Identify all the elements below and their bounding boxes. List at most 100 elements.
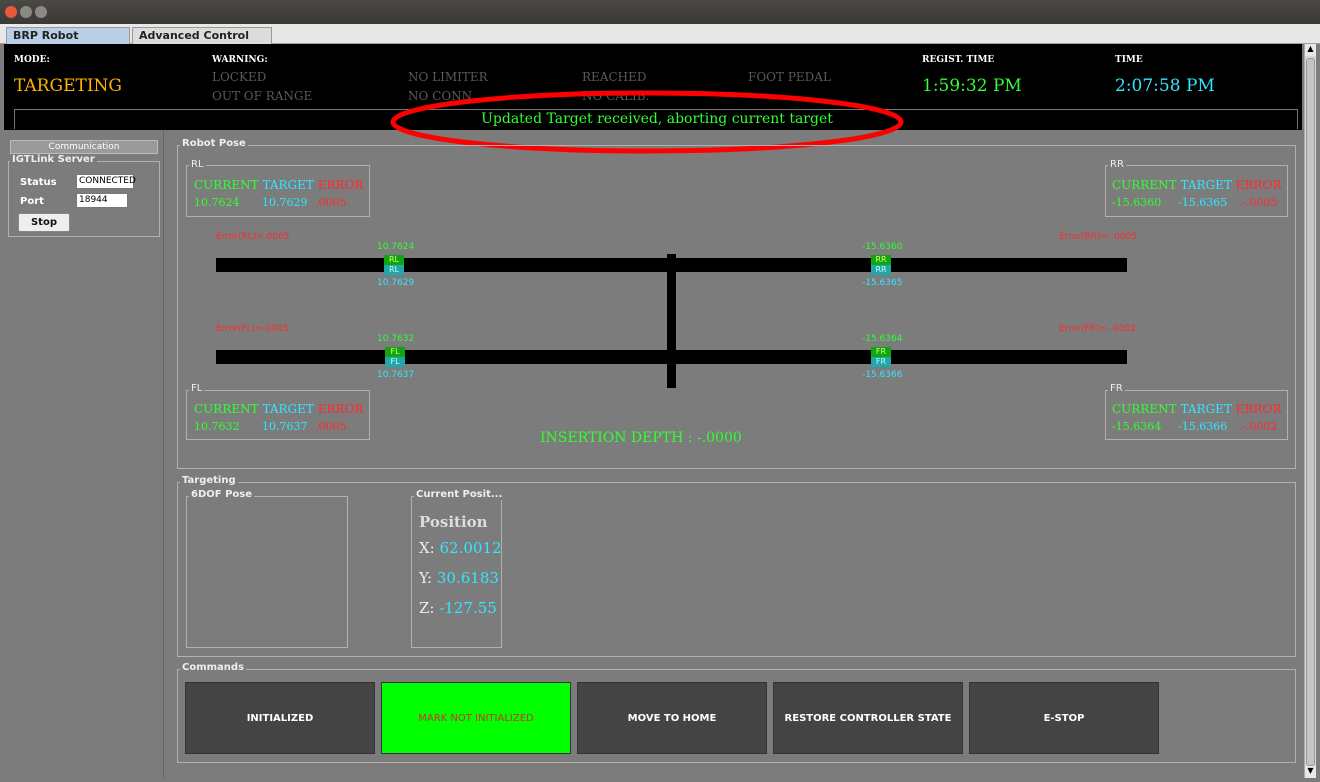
rl-marker: RL RL [384,255,404,275]
warning-label: WARNING: [212,55,268,65]
fl-marker: FL FL [385,347,405,367]
current-header: CURRENT [194,178,259,192]
z-value: -127.55 [439,599,497,617]
window-titlebar [0,0,1320,24]
x-value: 62.0012 [439,539,502,557]
target-header: TARGET [262,178,314,192]
fl-current-tag: FL [385,347,405,357]
move-to-home-button[interactable]: MOVE TO HOME [577,682,767,754]
mode-label: MODE: [14,55,50,65]
rr-error-label: Error(RR)=-.0005 [1059,232,1138,242]
maximize-window-button[interactable] [35,6,47,18]
warning-no-limiter: NO LIMITER [408,70,488,84]
target-header: TARGET [262,402,314,416]
close-window-button[interactable] [5,6,17,18]
rr-error-value: -.0005 [1242,196,1278,209]
scroll-down-icon[interactable]: ▼ [1305,766,1316,778]
regist-time-label: REGIST. TIME [922,55,995,65]
z-label: Z: [419,599,435,617]
rl-target-tag: RL [384,265,404,275]
fl-marker-target-label: 10.7637 [377,370,415,380]
y-value: 30.6183 [436,569,499,587]
rr-current-tag: RR [871,255,891,265]
e-stop-button[interactable]: E-STOP [969,682,1159,754]
tab-brp-robot-controller[interactable]: BRP Robot Controller [6,27,130,55]
y-position: Y: 30.6183 [419,569,499,587]
insertion-depth: INSERTION DEPTH : -.0000 [540,430,742,446]
status-field: CONNECTED [76,174,136,189]
x-position: X: 62.0012 [419,539,502,557]
mark-not-initialized-button[interactable]: MARK NOT INITIALIZED [381,682,571,754]
scroll-up-icon[interactable]: ▲ [1305,44,1316,56]
center-post [667,254,676,388]
initialized-button[interactable]: INITIALIZED [185,682,375,754]
fl-target-value: 10.7637 [262,420,308,433]
rr-target-tag: RR [871,265,891,275]
error-header: ERROR [317,178,364,192]
vertical-scrollbar[interactable]: ▲ ▼ [1304,44,1316,778]
error-header: ERROR [1235,178,1282,192]
regist-time-value: 1:59:32 PM [922,76,1022,96]
warning-locked: LOCKED [212,70,267,84]
rl-marker-current-label: 10.7624 [377,242,415,252]
rr-header: CURRENT TARGET ERROR [1112,178,1281,192]
port-field[interactable]: 18944 [76,193,128,208]
fr-target-value: -15.6366 [1178,420,1228,433]
minimize-window-button[interactable] [20,6,32,18]
x-label: X: [419,539,435,557]
fl-header: CURRENT TARGET ERROR [194,402,363,416]
rr-current-value: -15.6360 [1112,196,1162,209]
position-title: Position [419,513,488,531]
rl-current-value: 10.7624 [194,196,240,209]
fl-error-label: Error(FL)=.0005 [216,324,289,334]
fl-current-value: 10.7632 [194,420,240,433]
fr-current-tag: FR [871,347,891,357]
rl-current-tag: RL [384,255,404,265]
tab-bar: BRP Robot Controller Advanced Control Pa… [0,24,1320,55]
current-header: CURRENT [1112,402,1177,416]
fr-marker-target-label: -15.6366 [862,370,903,380]
fr-current-value: -15.6364 [1112,420,1162,433]
rr-target-value: -15.6365 [1178,196,1228,209]
fl-target-tag: FL [385,357,405,367]
scroll-thumb[interactable] [1306,58,1315,766]
time-label: TIME [1115,55,1143,65]
communication-tab[interactable]: Communication [10,140,158,154]
tab-advanced-control-panel[interactable]: Advanced Control Panel [132,27,272,55]
error-header: ERROR [1235,402,1282,416]
current-position-box: Position X: 62.0012 Y: 30.6183 Z: -127.5… [411,496,502,648]
fr-header: CURRENT TARGET ERROR [1112,402,1281,416]
fl-marker-current-label: 10.7632 [377,334,415,344]
6dof-pose-box [186,496,348,648]
fr-marker: FR FR [871,347,891,367]
rr-marker-current-label: -15.6360 [862,242,903,252]
fr-target-tag: FR [871,357,891,367]
rl-error-value: .0005 [315,196,347,209]
fr-error-value: -.0002 [1242,420,1278,433]
warning-out-of-range: OUT OF RANGE [212,89,313,103]
current-position-legend: Current Posit... [414,489,505,500]
fl-box-legend: FL [189,383,205,394]
port-label: Port [20,196,44,207]
rl-target-value: 10.7629 [262,196,308,209]
warning-foot-pedal: FOOT PEDAL [748,70,831,84]
rr-marker: RR RR [871,255,891,275]
restore-controller-state-button[interactable]: RESTORE CONTROLLER STATE [773,682,963,754]
mode-value: TARGETING [14,76,122,96]
time-value: 2:07:58 PM [1115,76,1215,96]
robot-pose-legend: Robot Pose [180,138,248,149]
target-header: TARGET [1180,178,1232,192]
rr-marker-target-label: -15.6365 [862,278,903,288]
commands-legend: Commands [180,662,247,673]
igtlink-server-legend: IGTLink Server [10,154,97,165]
rl-header: CURRENT TARGET ERROR [194,178,363,192]
z-position: Z: -127.55 [419,599,497,617]
rl-error-label: Error(RL)=.0005 [216,232,290,242]
target-header: TARGET [1180,402,1232,416]
communication-panel: Communication IGTLink Server Status CONN… [4,130,164,778]
fr-box-legend: FR [1108,383,1125,394]
stop-button[interactable]: Stop [18,213,70,232]
y-label: Y: [419,569,433,587]
rr-box-legend: RR [1108,159,1126,170]
fl-error-value: .0005 [315,420,347,433]
